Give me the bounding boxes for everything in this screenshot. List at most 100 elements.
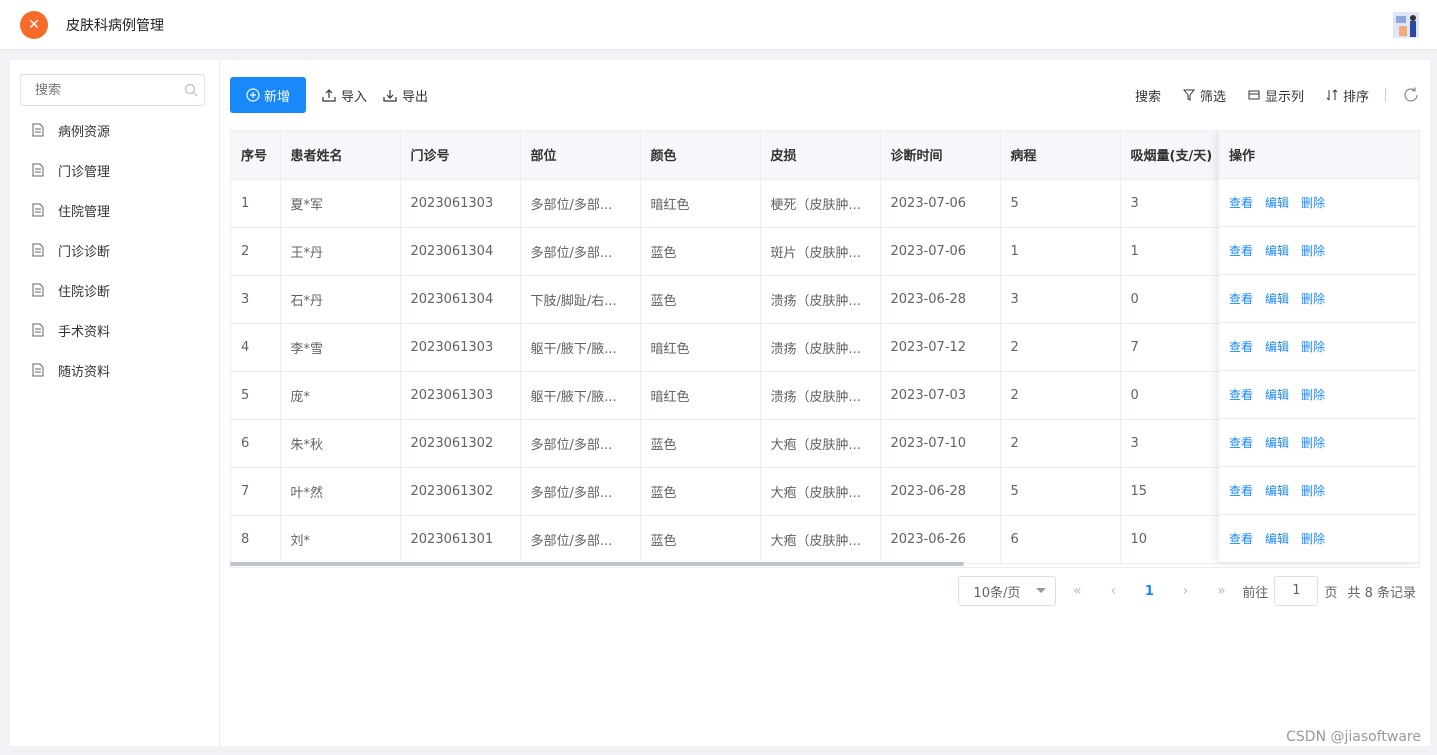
sidebar-item[interactable]: 住院诊断 <box>10 270 219 310</box>
table-cell: 3 <box>231 275 281 324</box>
table-cell: 5 <box>1000 467 1121 516</box>
page-size-select[interactable]: 10条/页 <box>958 576 1057 606</box>
edit-link[interactable]: 编辑 <box>1265 338 1289 355</box>
delete-link[interactable]: 删除 <box>1301 242 1325 259</box>
table-cell: 6 <box>1000 515 1121 564</box>
edit-link[interactable]: 编辑 <box>1265 290 1289 307</box>
page-number[interactable]: 1 <box>1134 584 1164 599</box>
data-table: 序号 患者姓名 门诊号 部位 颜色 皮损 诊断时间 病程 吸烟量(支/天) 1 夏*军 202306… <box>230 130 1420 568</box>
column-header[interactable]: 序号 <box>231 131 281 180</box>
sidebar-item[interactable]: 病例资源 <box>10 110 219 150</box>
sidebar-item[interactable]: 手术资料 <box>10 310 219 350</box>
table-cell: 2023-07-10 <box>880 419 1001 468</box>
search-icon[interactable] <box>184 83 198 97</box>
table-cell: 5 <box>231 371 281 420</box>
goto-page-input[interactable]: 1 <box>1274 576 1319 606</box>
refresh-icon[interactable] <box>1402 86 1420 104</box>
download-icon <box>383 90 397 102</box>
table-cell: 3 <box>1000 275 1121 324</box>
table-cell: 2023061303 <box>400 179 521 228</box>
column-header[interactable]: 门诊号 <box>400 131 521 180</box>
column-header[interactable]: 诊断时间 <box>880 131 1001 180</box>
table-cell: 刘* <box>280 515 401 564</box>
column-header[interactable]: 病程 <box>1000 131 1121 180</box>
row-actions: 查看 编辑 删除 <box>1219 227 1419 275</box>
wrench-icon[interactable]: ✕ <box>20 10 48 39</box>
edit-link[interactable]: 编辑 <box>1265 434 1289 451</box>
sidebar-item[interactable]: 随访资料 <box>10 350 219 390</box>
column-header[interactable]: 患者姓名 <box>280 131 401 180</box>
horizontal-scrollbar[interactable] <box>230 562 964 566</box>
filter-button[interactable]: 筛选 <box>1182 86 1226 105</box>
upload-icon <box>322 89 336 102</box>
sidebar-nav: 病例资源 门诊管理 住院管理 门诊诊断 住院诊断手术资料随访资料 <box>10 110 219 390</box>
search-toggle[interactable]: 搜索 <box>1135 86 1161 105</box>
edit-link[interactable]: 编辑 <box>1265 194 1289 211</box>
table-cell: 多部位/多部... <box>520 419 641 468</box>
table-cell: 暗红色 <box>640 179 761 228</box>
view-link[interactable]: 查看 <box>1229 482 1253 499</box>
column-header[interactable]: 皮损 <box>760 131 881 180</box>
plus-circle-icon <box>246 88 260 102</box>
table-cell: 蓝色 <box>640 467 761 516</box>
table-cell: 多部位/多部... <box>520 179 641 228</box>
row-actions: 查看 编辑 删除 <box>1219 179 1419 227</box>
document-icon <box>32 363 44 377</box>
first-page-icon[interactable]: « <box>1062 583 1092 599</box>
sort-button[interactable]: 排序 <box>1326 86 1369 105</box>
table-cell: 2 <box>1000 419 1121 468</box>
column-header[interactable]: 部位 <box>520 131 641 180</box>
view-link[interactable]: 查看 <box>1229 242 1253 259</box>
chevron-down-icon <box>1036 588 1047 593</box>
sidebar-item[interactable]: 门诊管理 <box>10 150 219 190</box>
view-link[interactable]: 查看 <box>1229 434 1253 451</box>
delete-link[interactable]: 删除 <box>1301 338 1325 355</box>
view-link[interactable]: 查看 <box>1229 338 1253 355</box>
export-button[interactable]: 导出 <box>383 86 428 105</box>
edit-link[interactable]: 编辑 <box>1265 386 1289 403</box>
search-input[interactable] <box>35 82 185 98</box>
table-cell: 2023061304 <box>400 275 521 324</box>
view-link[interactable]: 查看 <box>1229 530 1253 547</box>
edit-link[interactable]: 编辑 <box>1265 482 1289 499</box>
add-button[interactable]: 新增 <box>230 77 306 113</box>
sidebar-item[interactable]: 门诊诊断 <box>10 230 219 270</box>
sidebar-search[interactable] <box>20 74 205 106</box>
table-cell: 下肢/脚趾/右... <box>520 275 641 324</box>
avatar[interactable] <box>1391 8 1423 42</box>
import-label: 导入 <box>341 89 368 105</box>
search-toggle-label: 搜索 <box>1134 89 1161 105</box>
sidebar-item-label: 手术资料 <box>58 324 111 340</box>
next-page-icon[interactable]: › <box>1170 583 1200 599</box>
last-page-icon[interactable]: » <box>1206 583 1236 599</box>
delete-link[interactable]: 删除 <box>1301 290 1325 307</box>
row-actions: 查看 编辑 删除 <box>1219 275 1419 323</box>
view-link[interactable]: 查看 <box>1229 194 1253 211</box>
columns-button[interactable]: 显示列 <box>1248 86 1304 105</box>
delete-link[interactable]: 删除 <box>1301 482 1325 499</box>
view-link[interactable]: 查看 <box>1229 386 1253 403</box>
import-button[interactable]: 导入 <box>322 86 367 105</box>
export-label: 导出 <box>402 89 429 105</box>
delete-link[interactable]: 删除 <box>1301 434 1325 451</box>
sidebar-item[interactable]: 住院管理 <box>10 190 219 230</box>
table-cell: 2023-07-12 <box>880 323 1001 372</box>
row-actions: 查看 编辑 删除 <box>1219 323 1419 371</box>
edit-link[interactable]: 编辑 <box>1265 242 1289 259</box>
table-cell: 蓝色 <box>640 227 761 276</box>
table-cell: 2023-06-26 <box>880 515 1001 564</box>
table-cell: 2023061303 <box>400 323 521 372</box>
delete-link[interactable]: 删除 <box>1301 194 1325 211</box>
prev-page-icon[interactable]: ‹ <box>1098 583 1128 599</box>
document-icon <box>32 323 44 337</box>
column-header: 操作 <box>1219 131 1419 179</box>
view-link[interactable]: 查看 <box>1229 290 1253 307</box>
table-cell: 蓝色 <box>640 275 761 324</box>
delete-link[interactable]: 删除 <box>1301 386 1325 403</box>
column-header[interactable]: 颜色 <box>640 131 761 180</box>
delete-link[interactable]: 删除 <box>1301 530 1325 547</box>
table-cell: 溃疡（皮肤肿... <box>760 371 881 420</box>
table-cell: 2023061301 <box>400 515 521 564</box>
edit-link[interactable]: 编辑 <box>1265 530 1289 547</box>
total-records: 共 8 条记录 <box>1347 585 1416 601</box>
